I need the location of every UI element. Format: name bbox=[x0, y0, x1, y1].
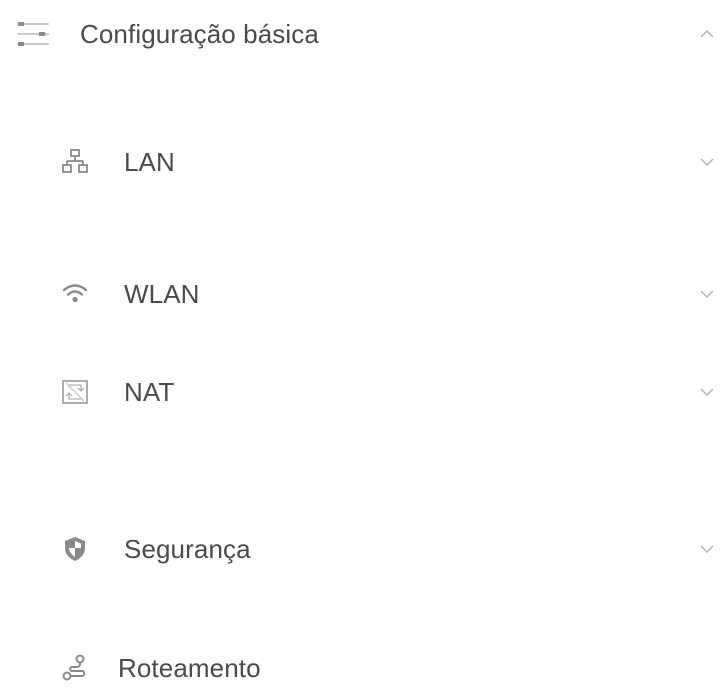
menu-item-lan[interactable]: LAN bbox=[0, 138, 720, 186]
menu-item-label: Roteamento bbox=[118, 652, 261, 683]
menu-item-nat[interactable]: NAT bbox=[0, 368, 720, 416]
menu-group-basic-config[interactable]: Configuração básica bbox=[0, 10, 720, 58]
menu-item-security[interactable]: Segurança bbox=[0, 525, 720, 573]
route-icon bbox=[60, 653, 90, 683]
wifi-icon bbox=[60, 279, 90, 309]
menu-group-label: Configuração básica bbox=[80, 18, 319, 49]
menu-item-label: LAN bbox=[124, 146, 175, 177]
chevron-down-icon[interactable] bbox=[698, 540, 716, 558]
chevron-down-icon[interactable] bbox=[698, 153, 716, 171]
sidebar-menu: Configuração básica LAN WLAN NAT Seguran… bbox=[0, 0, 720, 692]
settings-list-icon bbox=[16, 19, 50, 49]
network-topology-icon bbox=[60, 147, 90, 177]
menu-item-label: Segurança bbox=[124, 533, 251, 564]
chevron-down-icon[interactable] bbox=[698, 285, 716, 303]
menu-item-label: NAT bbox=[124, 376, 175, 407]
nat-icon bbox=[60, 377, 90, 407]
chevron-up-icon[interactable] bbox=[698, 25, 716, 43]
chevron-down-icon[interactable] bbox=[698, 383, 716, 401]
shield-icon bbox=[60, 534, 90, 564]
menu-item-label: WLAN bbox=[124, 278, 200, 309]
menu-item-wlan[interactable]: WLAN bbox=[0, 270, 720, 318]
menu-item-routing[interactable]: Roteamento bbox=[0, 644, 720, 692]
